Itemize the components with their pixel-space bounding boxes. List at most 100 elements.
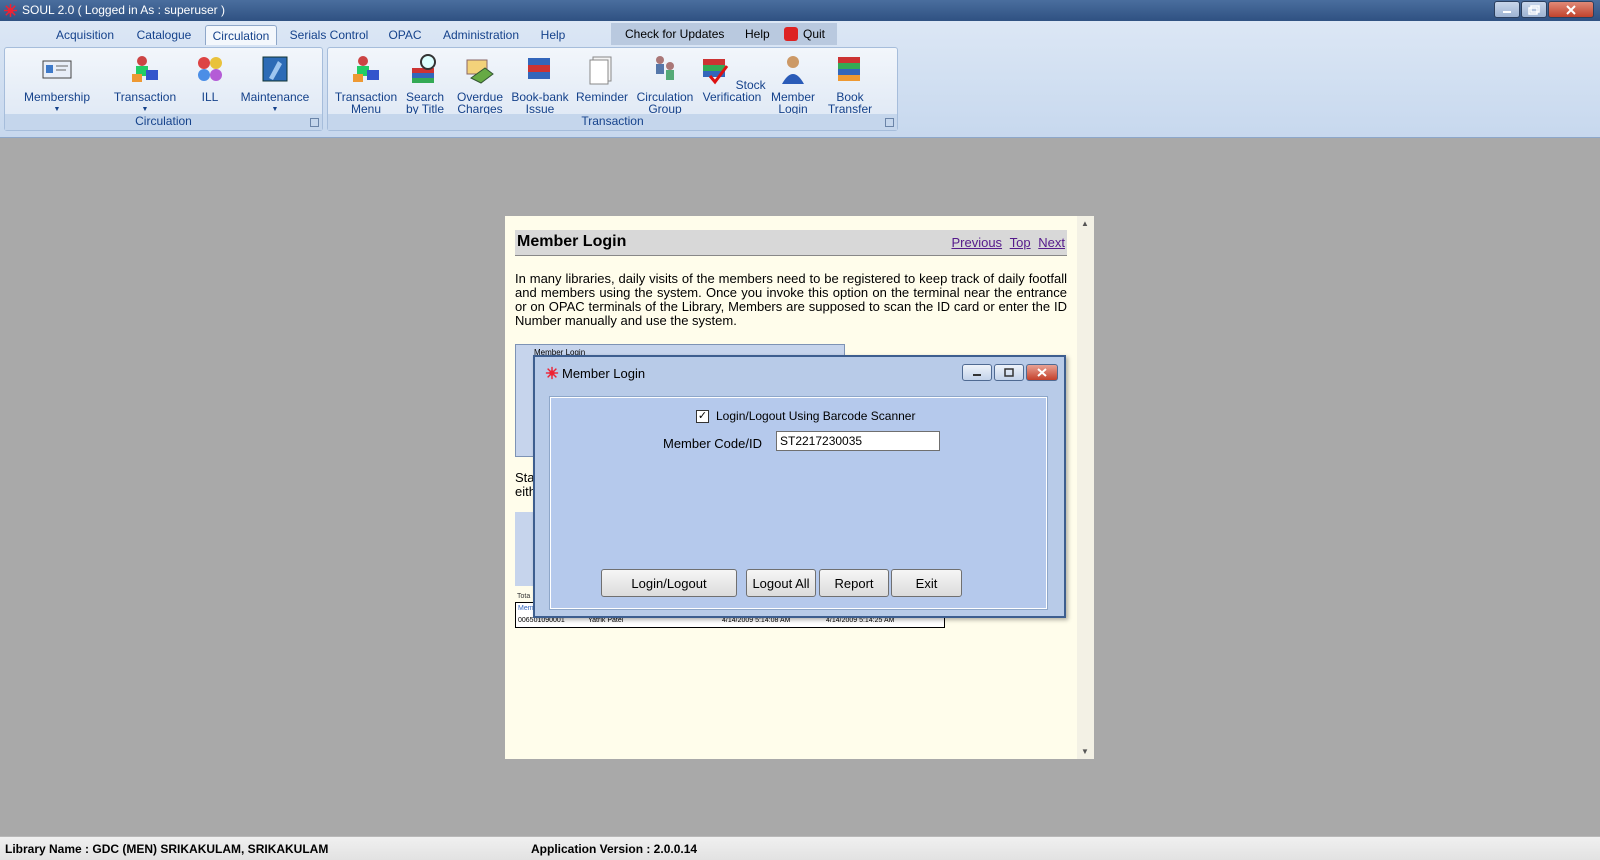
maximize-icon [1004, 368, 1014, 377]
ribbon-group-circulation: Membership ▼ Transaction ▼ ILL Maintenan… [4, 47, 323, 131]
membership-label: Membership [23, 90, 91, 104]
barcode-scanner-checkbox-row[interactable]: ✓ Login/Logout Using Barcode Scanner [696, 409, 915, 423]
top-link[interactable]: Top [1010, 235, 1031, 250]
overdue-charges-icon [466, 59, 494, 84]
help-screenshot-image [515, 512, 535, 586]
book-transfer-icon [838, 57, 860, 81]
close-icon [1037, 368, 1047, 377]
ribbon-group-transaction: Transaction Menu Search by Title Overdue… [327, 47, 898, 131]
member-login-icon [782, 56, 804, 84]
ill-icon [198, 57, 222, 81]
group-launcher-icon[interactable] [885, 118, 894, 127]
previous-link[interactable]: Previous [951, 235, 1002, 250]
overdue-charges-button[interactable]: Overdue Charges [452, 52, 508, 115]
reminder-label: Reminder [575, 90, 629, 104]
window-titlebar: SOUL 2.0 ( Logged in As : superuser ) [0, 0, 1600, 21]
window-title: SOUL 2.0 ( Logged in As : superuser ) [22, 3, 225, 17]
mini-name: Yatrik Patel [588, 617, 624, 624]
help-link[interactable]: Help [745, 27, 770, 41]
minimize-button[interactable] [1494, 1, 1520, 18]
reminder-button[interactable]: Reminder [572, 52, 632, 103]
check-for-updates-link[interactable]: Check for Updates [625, 27, 724, 41]
membership-icon [42, 60, 72, 79]
help-paragraph: In many libraries, daily visits of the m… [515, 271, 1067, 328]
tab-acquisition[interactable]: Acquisition [48, 25, 122, 45]
stock-verification-label-2: Verification [702, 90, 762, 104]
scroll-up-icon[interactable]: ▲ [1081, 219, 1089, 228]
close-button[interactable] [1548, 1, 1594, 18]
tab-opac[interactable]: OPAC [382, 25, 428, 45]
group-launcher-icon[interactable] [310, 118, 319, 127]
tab-serials-control[interactable]: Serials Control [284, 25, 374, 45]
barcode-scanner-checkbox[interactable]: ✓ [696, 409, 709, 423]
book-transfer-button[interactable]: Book Transfer [822, 52, 878, 115]
mini-code: 006501090001 [518, 617, 565, 624]
transaction-button[interactable]: Transaction ▼ [107, 52, 183, 116]
maintenance-icon [262, 56, 288, 82]
search-books-icon [412, 54, 436, 83]
member-login-button[interactable]: Member Login [768, 52, 818, 115]
status-bar: Library Name : GDC (MEN) SRIKAKULAM, SRI… [0, 836, 1600, 860]
help-title: Member Login [517, 233, 627, 250]
minimize-icon [1503, 10, 1511, 13]
dialog-maximize-button[interactable] [994, 364, 1024, 381]
group-label-circulation: Circulation [5, 114, 322, 130]
member-code-input[interactable] [776, 431, 940, 451]
transaction-icon [132, 56, 158, 82]
help-nav: Previous Top Next [947, 235, 1065, 250]
transaction-label: Transaction [113, 90, 177, 104]
dialog-minimize-button[interactable] [962, 364, 992, 381]
reminder-icon [589, 56, 612, 85]
dialog-close-button[interactable] [1026, 364, 1058, 381]
circulation-group-icon [656, 56, 674, 80]
membership-button[interactable]: Membership ▼ [19, 52, 95, 116]
stock-verification-icon [703, 59, 729, 85]
soul-app-icon [3, 3, 18, 18]
logout-all-button[interactable]: Logout All [746, 569, 816, 597]
minimize-icon [973, 373, 981, 376]
scroll-down-icon[interactable]: ▼ [1081, 747, 1089, 756]
search-by-title-button[interactable]: Search by Title [400, 52, 450, 115]
maximize-button[interactable] [1521, 1, 1547, 18]
barcode-scanner-label: Login/Logout Using Barcode Scanner [716, 409, 916, 423]
member-code-label: Member Code/ID [663, 436, 762, 451]
circulation-group-button[interactable]: Circulation Group [632, 52, 698, 115]
tab-circulation[interactable]: Circulation [205, 25, 277, 45]
mini-in-time: 4/14/2009 5:14:08 AM [722, 617, 791, 624]
stock-verification-button[interactable]: Stock Verification [698, 52, 766, 103]
mini-header: Mem [518, 605, 534, 612]
ill-button[interactable]: ILL [185, 52, 235, 103]
quick-access-toolbar: Check for Updates Help Quit [611, 23, 837, 45]
maintenance-label: Maintenance [240, 90, 310, 104]
transaction-menu-button[interactable]: Transaction Menu [334, 52, 398, 115]
report-button[interactable]: Report [819, 569, 889, 597]
next-link[interactable]: Next [1038, 235, 1065, 250]
ribbon: Acquisition Catalogue Circulation Serial… [0, 21, 1600, 138]
book-bank-issue-button[interactable]: Book-bank Issue [508, 52, 572, 115]
group-label-transaction: Transaction [328, 114, 897, 130]
soul-app-icon [545, 366, 559, 380]
tab-catalogue[interactable]: Catalogue [128, 25, 200, 45]
tab-administration[interactable]: Administration [437, 25, 525, 45]
book-bank-icon [528, 58, 550, 79]
help-header: Member Login Previous Top Next [515, 230, 1067, 256]
mini-out-time: 4/14/2009 5:14:25 AM [826, 617, 895, 624]
app-version-status: Application Version : 2.0.0.14 [531, 842, 698, 856]
library-name-status: Library Name : GDC (MEN) SRIKAKULAM, SRI… [5, 842, 329, 856]
transaction-menu-icon [353, 56, 379, 82]
ribbon-tabs: Acquisition Catalogue Circulation Serial… [0, 21, 1600, 45]
exit-button[interactable]: Exit [891, 569, 962, 597]
login-logout-button[interactable]: Login/Logout [601, 569, 737, 597]
member-login-dialog: Member Login ✓ Login/Logout Using Barcod… [533, 355, 1066, 618]
maintenance-button[interactable]: Maintenance ▼ [233, 52, 317, 116]
quit-link[interactable]: Quit [803, 27, 825, 41]
dialog-content-panel: ✓ Login/Logout Using Barcode Scanner Mem… [549, 396, 1048, 610]
power-icon[interactable] [784, 27, 798, 41]
restore-icon [1528, 4, 1540, 15]
tab-help[interactable]: Help [535, 25, 571, 45]
close-icon [1566, 4, 1576, 15]
mini-total-label: Tota [517, 593, 531, 600]
help-scrollbar[interactable]: ▲ ▼ [1077, 216, 1094, 759]
ill-label: ILL [201, 90, 219, 104]
dialog-title: Member Login [562, 366, 646, 381]
